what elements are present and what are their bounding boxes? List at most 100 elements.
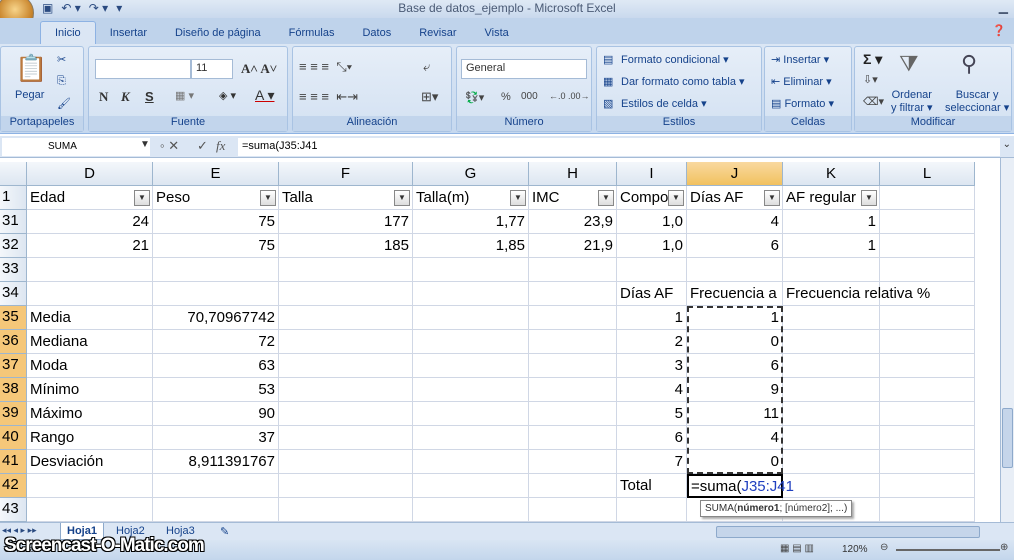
- cell-J37[interactable]: 6: [687, 354, 783, 378]
- cell-F38[interactable]: [279, 378, 413, 402]
- cell-G38[interactable]: [413, 378, 529, 402]
- filter-dropdown-icon[interactable]: ▼: [764, 190, 780, 206]
- format-as-table-button[interactable]: Dar formato como tabla ▾: [621, 75, 745, 88]
- cell-G31[interactable]: 1,77: [413, 210, 529, 234]
- filter-dropdown-icon[interactable]: ▼: [510, 190, 526, 206]
- column-header-E[interactable]: E: [153, 162, 279, 186]
- formula-input[interactable]: =suma(J35:J41: [238, 138, 1000, 156]
- cell-J34[interactable]: Frecuencia a: [687, 282, 783, 306]
- cell-F32[interactable]: 185: [279, 234, 413, 258]
- cell-J35[interactable]: 1: [687, 306, 783, 330]
- thousands-button[interactable]: 000: [521, 91, 538, 102]
- insert-sheet-icon[interactable]: ✎: [214, 523, 235, 540]
- cell-D41[interactable]: Desviación: [27, 450, 153, 474]
- row-header-42[interactable]: 42: [0, 474, 27, 498]
- cell-F35[interactable]: [279, 306, 413, 330]
- cell-L32[interactable]: [880, 234, 975, 258]
- cell-G33[interactable]: [413, 258, 529, 282]
- delete-label[interactable]: Eliminar ▾: [783, 76, 831, 88]
- row-header-33[interactable]: 33: [0, 258, 27, 282]
- cell-E39[interactable]: 90: [153, 402, 279, 426]
- tab-inicio[interactable]: Inicio: [40, 21, 96, 44]
- column-header-J[interactable]: J: [687, 162, 783, 186]
- cell-L39[interactable]: [880, 402, 975, 426]
- cell-L1[interactable]: [880, 186, 975, 210]
- cell-D34[interactable]: [27, 282, 153, 306]
- column-header-L[interactable]: L: [880, 162, 975, 186]
- cell-D39[interactable]: Máximo: [27, 402, 153, 426]
- fill-color-icon[interactable]: ◈ ▾: [219, 89, 236, 102]
- find-select-button[interactable]: Buscar y seleccionar ▾: [945, 89, 1009, 114]
- column-header-G[interactable]: G: [413, 162, 529, 186]
- cell-L42[interactable]: [880, 474, 975, 498]
- binoculars-icon[interactable]: ⚲: [961, 51, 977, 77]
- row-header-37[interactable]: 37: [0, 354, 27, 378]
- cell-L33[interactable]: [880, 258, 975, 282]
- cell-I31[interactable]: 1,0: [617, 210, 687, 234]
- cell-F40[interactable]: [279, 426, 413, 450]
- cell-E35[interactable]: 70,70967742: [153, 306, 279, 330]
- cell-I1[interactable]: Compo ▼: [617, 186, 687, 210]
- cell-H31[interactable]: 23,9: [529, 210, 617, 234]
- cell-I43[interactable]: [617, 498, 687, 522]
- cell-K38[interactable]: [783, 378, 880, 402]
- cell-L41[interactable]: [880, 450, 975, 474]
- cell-H37[interactable]: [529, 354, 617, 378]
- cell-K35[interactable]: [783, 306, 880, 330]
- tab-formulas[interactable]: Fórmulas: [275, 22, 349, 44]
- row-header-36[interactable]: 36: [0, 330, 27, 354]
- column-header-F[interactable]: F: [279, 162, 413, 186]
- cell-D33[interactable]: [27, 258, 153, 282]
- cell-J1[interactable]: Días AF ▼: [687, 186, 783, 210]
- row-header-39[interactable]: 39: [0, 402, 27, 426]
- cell-D42[interactable]: [27, 474, 153, 498]
- cell-styles-button[interactable]: Estilos de celda ▾: [621, 97, 707, 110]
- italic-button[interactable]: K: [121, 89, 130, 105]
- cell-J32[interactable]: 6: [687, 234, 783, 258]
- cell-K1[interactable]: AF regular ▼: [783, 186, 880, 210]
- sort-filter-button[interactable]: Ordenar y filtrar ▾: [891, 89, 933, 114]
- view-buttons[interactable]: ▦ ▤ ▥: [780, 543, 814, 554]
- worksheet-grid[interactable]: D E F G H I J K L 1 Edad ▼ Peso ▼ Talla ▼ Talla(m) ▼ IMC ▼ C…: [0, 162, 1000, 522]
- format-painter-icon[interactable]: 🖌: [57, 97, 71, 110]
- cell-H33[interactable]: [529, 258, 617, 282]
- expand-formula-bar-icon[interactable]: ⌄: [1003, 139, 1011, 150]
- merge-center-icon[interactable]: ⊞▾: [421, 89, 438, 105]
- help-icon[interactable]: ❓: [992, 24, 1006, 37]
- cell-J40[interactable]: 4: [687, 426, 783, 450]
- cell-E34[interactable]: [153, 282, 279, 306]
- sort-filter-icon[interactable]: ⧩: [899, 51, 919, 77]
- cell-F39[interactable]: [279, 402, 413, 426]
- font-size-select[interactable]: 11: [191, 59, 233, 79]
- cell-I36[interactable]: 2: [617, 330, 687, 354]
- number-format-select[interactable]: General: [461, 59, 587, 79]
- row-header-34[interactable]: 34: [0, 282, 27, 306]
- cell-E1[interactable]: Peso ▼: [153, 186, 279, 210]
- cell-H38[interactable]: [529, 378, 617, 402]
- cell-D1[interactable]: Edad ▼: [27, 186, 153, 210]
- cell-G39[interactable]: [413, 402, 529, 426]
- cell-I39[interactable]: 5: [617, 402, 687, 426]
- paste-icon[interactable]: 📋: [15, 53, 47, 84]
- cell-K40[interactable]: [783, 426, 880, 450]
- enter-icon[interactable]: ✓: [197, 138, 208, 154]
- cell-I33[interactable]: [617, 258, 687, 282]
- cell-L36[interactable]: [880, 330, 975, 354]
- cell-G35[interactable]: [413, 306, 529, 330]
- zoom-slider[interactable]: [896, 549, 1000, 551]
- decimal-icons[interactable]: ←.0 .00→: [549, 91, 590, 101]
- column-header-I[interactable]: I: [617, 162, 687, 186]
- cell-G43[interactable]: [413, 498, 529, 522]
- horizontal-align-icons[interactable]: ≡ ≡ ≡ ⇤⇥: [299, 89, 358, 105]
- cell-K41[interactable]: [783, 450, 880, 474]
- cell-G32[interactable]: 1,85: [413, 234, 529, 258]
- cell-J36[interactable]: 0: [687, 330, 783, 354]
- cell-G42[interactable]: [413, 474, 529, 498]
- cell-H40[interactable]: [529, 426, 617, 450]
- tab-datos[interactable]: Datos: [348, 22, 405, 44]
- font-color-icon[interactable]: A ▾: [255, 87, 274, 104]
- accounting-format-icon[interactable]: 💱▾: [465, 91, 484, 104]
- cell-F41[interactable]: [279, 450, 413, 474]
- cell-F36[interactable]: [279, 330, 413, 354]
- tab-revisar[interactable]: Revisar: [405, 22, 470, 44]
